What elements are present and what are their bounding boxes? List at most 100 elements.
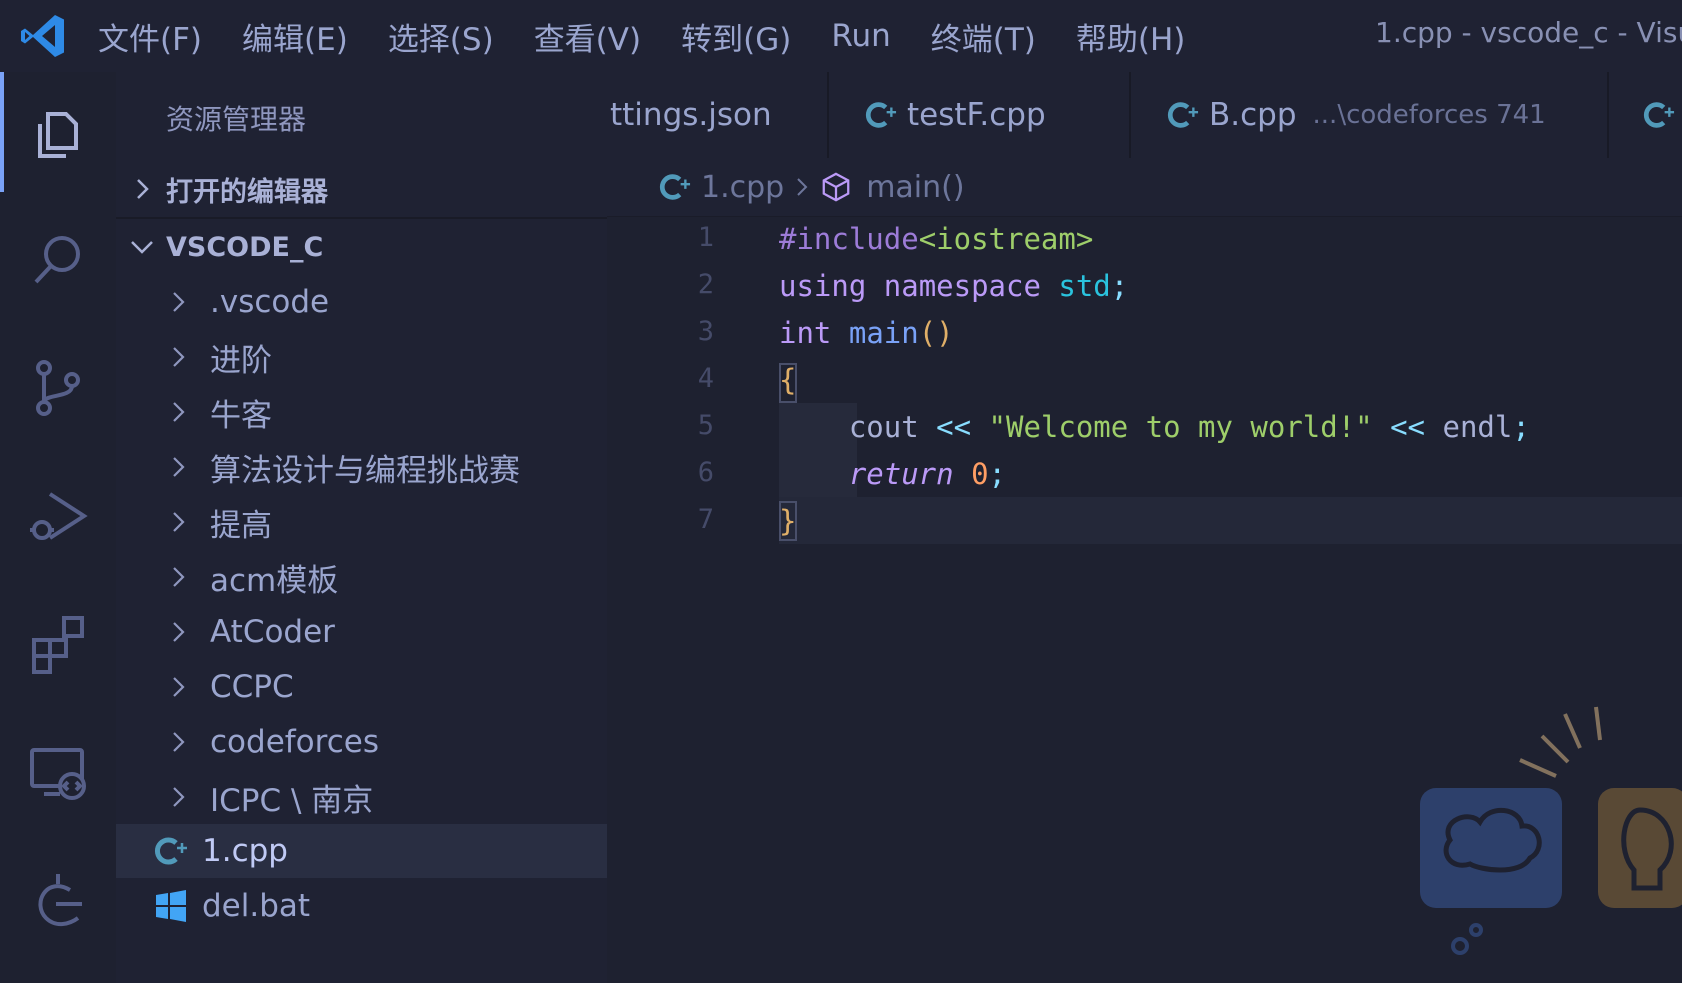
- active-indicator: [0, 72, 4, 192]
- menu-view[interactable]: 查看(V): [534, 14, 641, 59]
- code-token: #include: [779, 222, 919, 256]
- tab-bar: ttings.json testF.cpp B.cpp ...\codeforc…: [607, 72, 1682, 158]
- chevron-right-icon: [173, 677, 185, 697]
- title-bar: 文件(F) 编辑(E) 选择(S) 查看(V) 转到(G) Run 终端(T) …: [0, 0, 1682, 73]
- tab-cpp-partial[interactable]: [1609, 72, 1682, 158]
- window-title: 1.cpp - vscode_c - Visua: [1375, 16, 1682, 49]
- folder-item[interactable]: 算法设计与编程挑战赛: [116, 440, 607, 494]
- remote-explorer-icon: [30, 748, 86, 800]
- line-number: 2: [697, 269, 714, 300]
- folder-item[interactable]: acm模板: [116, 550, 607, 604]
- line-number: 6: [697, 457, 714, 488]
- folder-item[interactable]: AtCoder: [116, 605, 607, 659]
- folder-item[interactable]: CCPC: [116, 660, 607, 714]
- menu-run[interactable]: Run: [831, 18, 890, 54]
- icpc-watermark-image: [1420, 706, 1682, 955]
- run-debug-button[interactable]: [22, 480, 94, 552]
- source-control-button[interactable]: [22, 352, 94, 424]
- folder-item[interactable]: 提高: [116, 495, 607, 549]
- chevron-right-icon: [173, 512, 185, 532]
- explorer-sidebar: 资源管理器 打开的编辑器 VSCODE_C .vscode 进阶 牛客 算法设计…: [116, 72, 607, 983]
- folder-label: ICPC \ 南京: [210, 782, 374, 819]
- chevron-right-icon: [137, 179, 149, 199]
- file-item[interactable]: del.bat: [116, 879, 607, 933]
- folder-item[interactable]: codeforces: [116, 715, 607, 769]
- code-line: {: [779, 357, 796, 404]
- folder-item[interactable]: .vscode: [116, 275, 607, 329]
- file-label: 1.cpp: [202, 833, 288, 869]
- source-control-icon: [36, 360, 80, 416]
- menu-terminal[interactable]: 终端(T): [931, 14, 1036, 59]
- folder-item[interactable]: ICPC \ 南京: [116, 770, 607, 824]
- menu-selection[interactable]: 选择(S): [388, 14, 494, 59]
- windows-icon: [156, 890, 186, 922]
- breadcrumb-symbol[interactable]: main(): [866, 170, 964, 205]
- code-token: ;: [988, 457, 1007, 491]
- menu-file[interactable]: 文件(F): [98, 14, 202, 59]
- tab-description: ...\codeforces 741: [1312, 100, 1546, 130]
- code-token: <iostream>: [918, 222, 1094, 256]
- chevron-right-icon: [173, 732, 185, 752]
- folder-label: AtCoder: [210, 614, 335, 650]
- code-line: using namespace std;: [779, 263, 1128, 310]
- code-token: ;: [1512, 410, 1530, 444]
- code-line: int main(): [779, 310, 954, 357]
- search-button[interactable]: [22, 224, 94, 296]
- breadcrumb: 1.cpp main(): [607, 158, 1682, 217]
- code-token: (): [918, 316, 954, 350]
- git-graph-button[interactable]: [22, 864, 94, 936]
- folder-label: 牛客: [210, 397, 272, 434]
- code-token: endl: [1442, 410, 1513, 444]
- menu-go[interactable]: 转到(G): [681, 14, 791, 59]
- code-line: #include<iostream>: [779, 216, 1093, 263]
- activity-bar: [0, 72, 116, 983]
- code-token: {: [779, 363, 797, 397]
- open-editors-section[interactable]: 打开的编辑器: [116, 161, 607, 217]
- chevron-right-icon: [173, 402, 185, 422]
- line-number: 3: [697, 316, 714, 347]
- line-number: 7: [697, 504, 714, 535]
- folder-item[interactable]: 进阶: [116, 330, 607, 384]
- sidebar-title: 资源管理器: [166, 103, 307, 136]
- tab-label: ttings.json: [610, 97, 772, 133]
- workspace-section[interactable]: VSCODE_C: [116, 219, 607, 275]
- cpp-icon: [865, 102, 897, 128]
- code-token: int: [779, 316, 832, 350]
- extensions-button[interactable]: [22, 608, 94, 680]
- remote-explorer-button[interactable]: [22, 736, 94, 808]
- tab-testf-cpp[interactable]: testF.cpp: [829, 72, 1131, 158]
- code-token: std: [1058, 269, 1111, 303]
- tab-label: testF.cpp: [907, 97, 1046, 133]
- chevron-right-icon: [173, 347, 185, 367]
- folder-label: 提高: [210, 507, 272, 544]
- explorer-button[interactable]: [22, 96, 94, 168]
- search-icon: [34, 236, 80, 284]
- code-token: ;: [1110, 269, 1129, 303]
- code-token: <<: [918, 410, 989, 444]
- breadcrumb-file[interactable]: 1.cpp: [701, 170, 784, 205]
- code-token: main: [848, 316, 919, 350]
- code-token: using: [779, 269, 867, 303]
- code-token: 0: [971, 457, 989, 491]
- code-line: }: [779, 498, 796, 545]
- folder-label: 算法设计与编程挑战赛: [210, 452, 520, 489]
- folder-label: .vscode: [210, 284, 330, 320]
- file-item-selected[interactable]: 1.cpp: [116, 824, 607, 878]
- chevron-right-icon: [173, 292, 185, 312]
- cpp-icon: [659, 174, 691, 200]
- tab-b-cpp[interactable]: B.cpp ...\codeforces 741: [1131, 72, 1609, 158]
- chevron-right-icon: [173, 622, 185, 642]
- cpp-icon: [1167, 102, 1199, 128]
- menu-help[interactable]: 帮助(H): [1076, 14, 1186, 59]
- workspace-label: VSCODE_C: [166, 231, 324, 263]
- menu-edit[interactable]: 编辑(E): [242, 14, 348, 59]
- folder-label: 进阶: [210, 342, 272, 379]
- cpp-icon: [155, 837, 187, 865]
- line-number: 4: [697, 363, 714, 394]
- folder-item[interactable]: 牛客: [116, 385, 607, 439]
- code-line: cout << "Welcome to my world!" << endl;: [779, 404, 1530, 451]
- chevron-down-icon: [131, 241, 153, 254]
- code-token: return: [848, 457, 954, 491]
- tab-settings-json[interactable]: ttings.json: [607, 72, 829, 158]
